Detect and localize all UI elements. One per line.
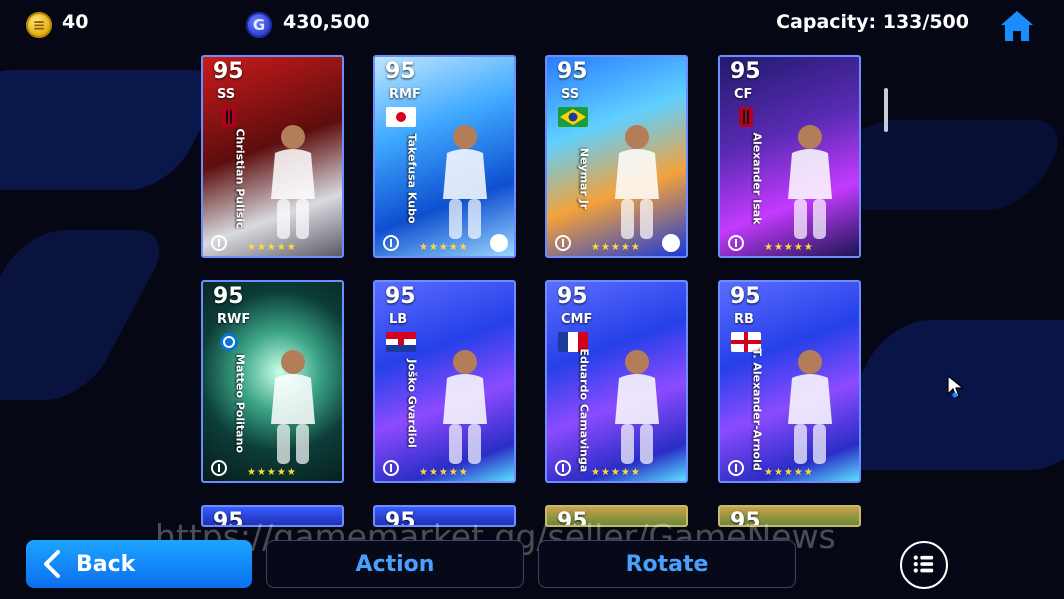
back-button[interactable]: Back (26, 540, 252, 588)
efootball-badge-icon (728, 235, 744, 251)
player-card[interactable]: 95 (201, 505, 344, 527)
card-rating: 95 (213, 284, 244, 309)
card-star-rating: ★★★★★ (247, 467, 297, 478)
card-star-rating: ★★★★★ (764, 242, 814, 253)
efootball-badge-icon (728, 460, 744, 476)
player-artwork (443, 125, 487, 239)
player-card[interactable]: 95 (718, 505, 861, 527)
card-position: SS (217, 87, 236, 102)
card-position: RWF (217, 312, 251, 327)
card-rating: 95 (385, 284, 416, 309)
efootball-badge-icon (555, 460, 571, 476)
card-position: SS (561, 87, 580, 102)
playstyle-icon (490, 234, 508, 252)
back-button-label: Back (76, 551, 136, 577)
player-card[interactable]: 95 RB T. Alexander-Arnold ★★★★★ (718, 280, 861, 483)
card-rating: 95 (557, 509, 588, 527)
card-player-name: T. Alexander-Arnold (750, 348, 764, 471)
card-star-rating: ★★★★★ (419, 467, 469, 478)
card-rating: 95 (557, 59, 588, 84)
player-card-grid: 95 SS Christian Pulisić ★★★★★ 95 RMF Takefusa … (0, 0, 1064, 599)
card-rating: 95 (730, 59, 761, 84)
chevron-left-icon (44, 550, 60, 578)
rotate-button-label: Rotate (625, 551, 709, 577)
card-star-rating: ★★★★★ (419, 242, 469, 253)
player-artwork (443, 350, 487, 464)
player-artwork (615, 125, 659, 239)
card-star-rating: ★★★★★ (764, 467, 814, 478)
player-artwork (271, 125, 315, 239)
card-position: LB (389, 312, 408, 327)
list-menu-icon[interactable] (900, 541, 948, 589)
player-artwork (788, 125, 832, 239)
card-rating: 95 (385, 509, 416, 527)
mouse-cursor-icon (947, 374, 965, 398)
player-card[interactable]: 95 SS Christian Pulisić ★★★★★ (201, 55, 344, 258)
rotate-button[interactable]: Rotate (538, 540, 796, 588)
card-rating: 95 (213, 59, 244, 84)
card-position: RMF (389, 87, 421, 102)
card-player-name: Christian Pulisić (233, 128, 247, 229)
card-rating: 95 (213, 509, 244, 527)
card-rating: 95 (385, 59, 416, 84)
card-rating: 95 (730, 509, 761, 527)
efootball-badge-icon (383, 235, 399, 251)
efootball-badge-icon (211, 460, 227, 476)
player-card[interactable]: 95 SS Neymar Jr ★★★★★ (545, 55, 688, 258)
action-button-label: Action (355, 551, 435, 577)
card-star-rating: ★★★★★ (591, 467, 641, 478)
player-artwork (615, 350, 659, 464)
efootball-badge-icon (555, 235, 571, 251)
player-artwork (788, 350, 832, 464)
player-card[interactable]: 95 RMF Takefusa Kubo ★★★★★ (373, 55, 516, 258)
card-player-name: Eduardo Camavinga (577, 348, 591, 473)
card-position: CF (734, 87, 753, 102)
player-card[interactable]: 95 CMF Eduardo Camavinga ★★★★★ (545, 280, 688, 483)
card-player-name: Alexander Isak (750, 132, 764, 225)
efootball-badge-icon (383, 460, 399, 476)
player-artwork (271, 350, 315, 464)
card-player-name: Matteo Politano (233, 354, 247, 453)
scrollbar[interactable] (884, 88, 888, 132)
player-card[interactable]: 95 CF Alexander Isak ★★★★★ (718, 55, 861, 258)
player-card[interactable]: 95 (545, 505, 688, 527)
card-position: CMF (561, 312, 593, 327)
card-star-rating: ★★★★★ (247, 242, 297, 253)
card-player-name: Takefusa Kubo (405, 133, 419, 224)
card-player-name: Neymar Jr (577, 147, 591, 210)
playstyle-icon (662, 234, 680, 252)
card-position: RB (734, 312, 754, 327)
action-button[interactable]: Action (266, 540, 524, 588)
card-star-rating: ★★★★★ (591, 242, 641, 253)
player-card[interactable]: 95 (373, 505, 516, 527)
player-card[interactable]: 95 LB Joško Gvardiol ★★★★★ (373, 280, 516, 483)
card-rating: 95 (730, 284, 761, 309)
player-card[interactable]: 95 RWF Matteo Politano ★★★★★ (201, 280, 344, 483)
card-rating: 95 (557, 284, 588, 309)
card-player-name: Joško Gvardiol (405, 359, 419, 448)
efootball-badge-icon (211, 235, 227, 251)
